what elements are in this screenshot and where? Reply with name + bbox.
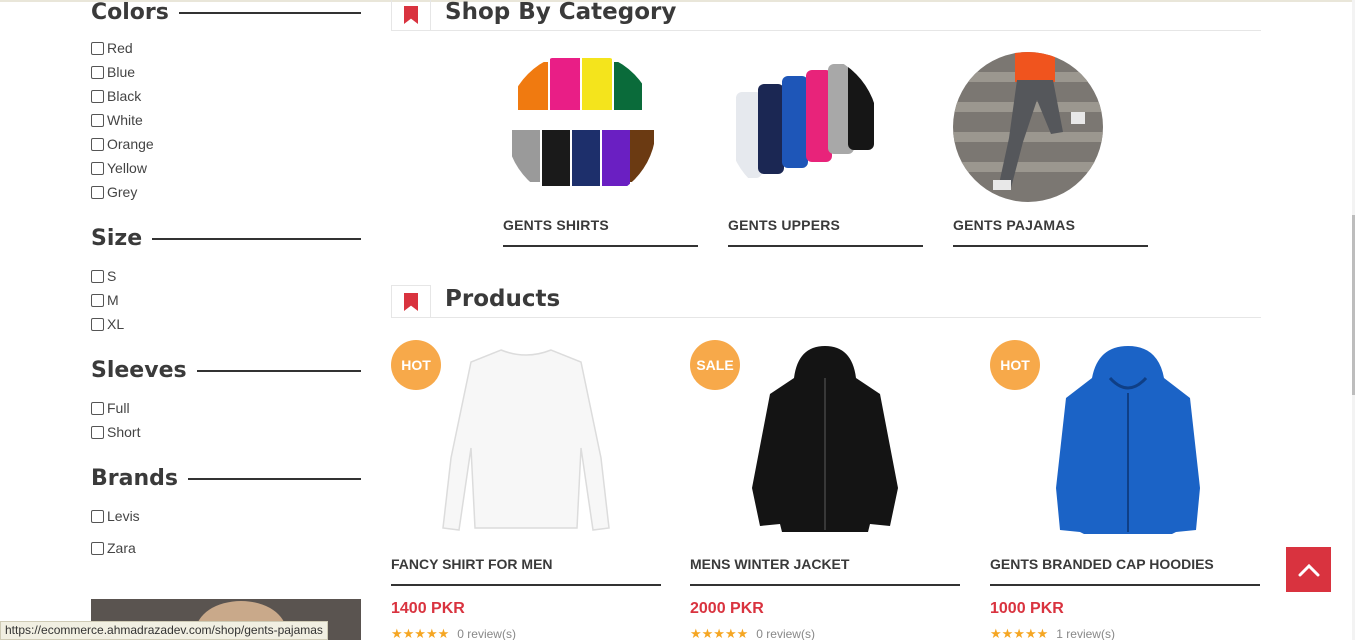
option-label: Yellow	[107, 160, 147, 176]
star-rating-icon: ★★★★★	[690, 626, 749, 640]
option-label: White	[107, 112, 143, 128]
category-image-shirts[interactable]	[506, 52, 656, 202]
size-title-text: Size	[91, 226, 143, 251]
product-rating: ★★★★★ 0 review(s)	[391, 626, 516, 640]
checkbox[interactable]	[91, 293, 104, 307]
product-rating: ★★★★★ 1 review(s)	[990, 626, 1115, 640]
hot-badge: HOT	[990, 340, 1040, 390]
option-label: S	[107, 268, 117, 284]
sleeves-filter-title: Sleeves	[91, 358, 361, 383]
product-card[interactable]: HOT GENTS BRANDED CAP HOODIES 1000 PKR ★…	[990, 338, 1260, 640]
review-count[interactable]: 0 review(s)	[457, 627, 516, 640]
option-label: Levis	[107, 508, 140, 524]
option-label: Blue	[107, 64, 136, 80]
option-label: Red	[107, 40, 133, 56]
product-card[interactable]: HOT FANCY SHIRT FOR MEN 1400 PKR ★★★★★ 0…	[391, 338, 661, 640]
option-label: Full	[107, 400, 130, 416]
category-label[interactable]: GENTS PAJAMAS	[953, 217, 1075, 233]
checkbox[interactable]	[91, 425, 104, 439]
products-section-title: Products	[445, 286, 561, 312]
product-name[interactable]: FANCY SHIRT FOR MEN	[391, 556, 553, 572]
size-filter-title: Size	[91, 226, 361, 251]
product-price: 2000 PKR	[690, 600, 764, 617]
product-rule	[690, 584, 960, 586]
star-rating-icon: ★★★★★	[990, 626, 1049, 640]
product-image-shirt[interactable]	[431, 338, 621, 538]
browser-status-bar: https://ecommerce.ahmadrazadev.com/shop/…	[0, 621, 328, 640]
brands-filter-title: Brands	[91, 466, 361, 491]
color-option-yellow[interactable]: Yellow	[91, 160, 147, 176]
size-option-m[interactable]: M	[91, 292, 119, 308]
color-option-red[interactable]: Red	[91, 40, 133, 56]
category-rule	[728, 245, 923, 247]
category-rule	[953, 245, 1148, 247]
title-rule	[196, 369, 361, 372]
colors-filter-title: Colors	[91, 0, 361, 25]
checkbox[interactable]	[91, 401, 104, 415]
color-option-white[interactable]: White	[91, 112, 143, 128]
option-label: XL	[107, 316, 125, 332]
review-count[interactable]: 0 review(s)	[756, 627, 815, 640]
sleeves-title-text: Sleeves	[91, 358, 187, 383]
checkbox[interactable]	[91, 113, 104, 127]
star-rating-icon: ★★★★★	[391, 626, 450, 640]
category-image-uppers[interactable]	[728, 52, 878, 202]
color-option-black[interactable]: Black	[91, 88, 141, 104]
checkbox[interactable]	[91, 161, 104, 175]
option-label: Orange	[107, 136, 154, 152]
checkbox[interactable]	[91, 137, 104, 151]
category-section-title: Shop By Category	[445, 0, 677, 25]
review-count[interactable]: 1 review(s)	[1056, 627, 1115, 640]
color-option-orange[interactable]: Orange	[91, 136, 154, 152]
checkbox[interactable]	[91, 509, 104, 523]
colors-title-text: Colors	[91, 0, 169, 25]
checkbox[interactable]	[91, 89, 104, 103]
checkbox[interactable]	[91, 269, 104, 283]
sleeve-option-short[interactable]: Short	[91, 424, 140, 440]
product-name[interactable]: GENTS BRANDED CAP HOODIES	[990, 556, 1214, 572]
checkbox[interactable]	[91, 65, 104, 79]
brand-option-levis[interactable]: Levis	[91, 508, 140, 524]
title-rule	[152, 237, 361, 240]
bookmark-icon	[391, 0, 431, 31]
bookmark-icon	[391, 285, 431, 318]
back-to-top-button[interactable]	[1286, 547, 1331, 592]
category-rule	[503, 245, 698, 247]
size-option-xl[interactable]: XL	[91, 316, 124, 332]
brand-option-zara[interactable]: Zara	[91, 540, 136, 556]
color-option-grey[interactable]: Grey	[91, 184, 137, 200]
checkbox[interactable]	[91, 541, 104, 555]
product-image-hoodie[interactable]	[1030, 338, 1220, 538]
option-label: Grey	[107, 184, 138, 200]
product-price: 1000 PKR	[990, 600, 1064, 617]
category-label[interactable]: GENTS SHIRTS	[503, 217, 609, 233]
hot-badge: HOT	[391, 340, 441, 390]
products-section-header: Products	[391, 285, 1261, 318]
product-price: 1400 PKR	[391, 600, 465, 617]
color-option-blue[interactable]: Blue	[91, 64, 135, 80]
product-rating: ★★★★★ 0 review(s)	[690, 626, 815, 640]
product-rule	[990, 584, 1260, 586]
title-rule	[178, 11, 361, 14]
option-label: Zara	[107, 540, 136, 556]
category-label[interactable]: GENTS UPPERS	[728, 217, 840, 233]
product-image-jacket[interactable]	[730, 338, 920, 538]
product-name[interactable]: MENS WINTER JACKET	[690, 556, 849, 572]
size-option-s[interactable]: S	[91, 268, 116, 284]
option-label: Short	[107, 424, 141, 440]
option-label: M	[107, 292, 119, 308]
brands-title-text: Brands	[91, 466, 178, 491]
category-image-pajamas[interactable]	[953, 52, 1103, 202]
chevron-up-icon	[1298, 563, 1319, 576]
product-card[interactable]: SALE MENS WINTER JACKET 2000 PKR ★★★★★ 0…	[690, 338, 960, 640]
product-rule	[391, 584, 661, 586]
checkbox[interactable]	[91, 317, 104, 331]
checkbox[interactable]	[91, 185, 104, 199]
sleeve-option-full[interactable]: Full	[91, 400, 130, 416]
option-label: Black	[107, 88, 142, 104]
category-section-header: Shop By Category	[391, 0, 1261, 31]
sale-badge: SALE	[690, 340, 740, 390]
title-rule	[187, 477, 361, 480]
checkbox[interactable]	[91, 41, 104, 55]
